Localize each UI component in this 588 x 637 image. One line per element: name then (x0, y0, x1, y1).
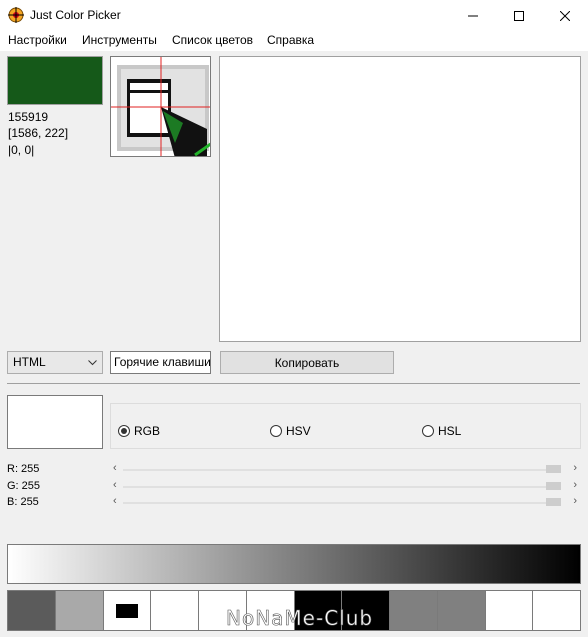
palette-swatch[interactable] (437, 591, 486, 630)
radio-hsl-label: HSL (438, 424, 462, 438)
channel-r-label: R: 255 (7, 463, 40, 475)
window-title: Just Color Picker (30, 8, 121, 22)
channel-r-slider[interactable]: ‹ › (113, 462, 579, 477)
chevron-down-icon (88, 360, 97, 366)
menu-settings[interactable]: Настройки (8, 33, 67, 47)
chevron-right-icon[interactable]: › (573, 495, 577, 507)
radio-rgb[interactable]: RGB (118, 424, 160, 438)
chevron-left-icon[interactable]: ‹ (113, 495, 117, 507)
watermark-text: NoNaMe-Club (226, 606, 374, 631)
channel-b-slider[interactable]: ‹ › (113, 495, 579, 510)
current-color-swatch (7, 56, 103, 105)
maximize-icon (514, 10, 524, 21)
watermark: NoNaMe-Club (226, 606, 374, 631)
chevron-right-icon[interactable]: › (573, 462, 577, 474)
radio-hsv-dot (270, 425, 282, 437)
palette-swatch[interactable] (485, 591, 534, 630)
copy-button[interactable]: Копировать (220, 351, 394, 374)
radio-rgb-label: RGB (134, 424, 161, 438)
slider-thumb[interactable] (546, 465, 561, 473)
color-history-list[interactable] (219, 56, 581, 342)
hotkeys-field[interactable]: Горячие клавиши (110, 351, 211, 374)
channel-b-label: B: 255 (7, 496, 39, 508)
menu-help[interactable]: Справка (267, 33, 314, 47)
radio-hsv[interactable]: HSV (270, 424, 311, 438)
cursor-offset: |0, 0| (8, 143, 35, 157)
palette-swatch[interactable] (55, 591, 104, 630)
chevron-left-icon[interactable]: ‹ (113, 462, 117, 474)
shade-gradient-bar[interactable] (7, 544, 581, 584)
slider-track (123, 469, 559, 471)
radio-hsl[interactable]: HSL (422, 424, 461, 438)
color-code: 155919 (8, 110, 49, 124)
divider (7, 383, 580, 384)
chevron-right-icon[interactable]: › (573, 479, 577, 491)
slider-thumb[interactable] (546, 482, 561, 490)
radio-hsl-dot (422, 425, 434, 437)
minimize-button[interactable] (450, 0, 496, 31)
cursor-position: [1586, 222] (8, 126, 69, 140)
color-mode-group (110, 403, 581, 449)
minimize-icon (468, 15, 478, 16)
maximize-button[interactable] (496, 0, 542, 31)
format-value: HTML (13, 355, 46, 369)
slider-track (123, 502, 559, 504)
menu-color-list[interactable]: Список цветов (172, 33, 253, 47)
close-icon (560, 10, 570, 21)
zoom-magnifier (110, 56, 211, 157)
channel-g-label: G: 255 (7, 480, 41, 492)
channel-g-slider[interactable]: ‹ › (113, 479, 579, 494)
palette-swatch[interactable] (8, 591, 56, 630)
selected-swatch-marker (115, 603, 138, 618)
slider-track (123, 486, 559, 488)
app-crosshair-icon (8, 7, 24, 23)
radio-hsv-label: HSV (286, 424, 311, 438)
palette-swatch[interactable] (390, 591, 438, 630)
slider-thumb[interactable] (546, 498, 561, 506)
radio-rgb-dot (118, 425, 130, 437)
format-select[interactable]: HTML (7, 351, 103, 374)
chevron-left-icon[interactable]: ‹ (113, 479, 117, 491)
menu-tools[interactable]: Инструменты (82, 33, 157, 47)
palette-swatch[interactable] (103, 591, 152, 630)
color-preview (7, 395, 103, 449)
close-button[interactable] (542, 0, 588, 31)
palette-swatch[interactable] (151, 591, 199, 630)
palette-swatch[interactable] (533, 591, 580, 630)
